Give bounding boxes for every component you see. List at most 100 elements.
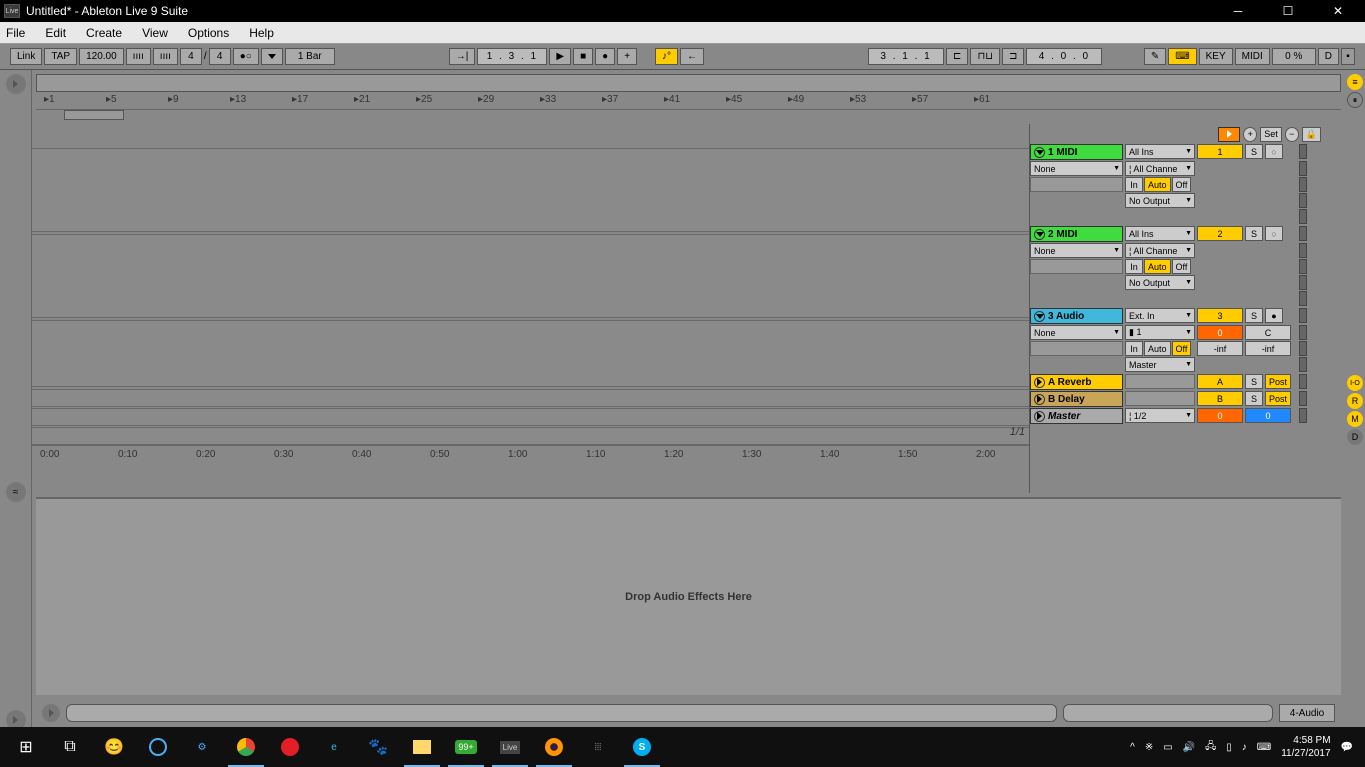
io-section-toggle-icon[interactable]: ⏸ — [1347, 92, 1363, 108]
tray-keyboard-icon[interactable]: ⌨ — [1257, 742, 1271, 753]
input-channel-dropdown[interactable]: ¦ All Channe — [1125, 243, 1195, 258]
nudge-down-button[interactable]: ıııı — [126, 48, 151, 65]
return-activator[interactable]: B — [1197, 391, 1243, 406]
track-lane[interactable] — [32, 148, 1029, 232]
monitor-in-button[interactable]: In — [1125, 177, 1143, 192]
device-dropdown[interactable]: None — [1030, 325, 1123, 340]
returns-toggle-icon[interactable]: R — [1347, 393, 1363, 409]
clip-slot[interactable] — [1030, 341, 1123, 356]
time-sig-numerator[interactable]: 4 — [180, 48, 202, 65]
midi-map-button[interactable]: MIDI — [1235, 48, 1270, 65]
pencil-button[interactable]: ✎ — [1144, 48, 1166, 65]
menu-help[interactable]: Help — [249, 26, 274, 40]
master-send-b[interactable]: 0 — [1245, 408, 1291, 423]
tray-icon[interactable]: ▯ — [1226, 742, 1232, 753]
solo-button[interactable]: S — [1245, 226, 1263, 241]
monitor-off-button[interactable]: Off — [1172, 341, 1192, 356]
cue-out-dropdown[interactable]: ¦ 1/2 — [1125, 408, 1195, 423]
loop-length[interactable]: 4 . 0 . 0 — [1026, 48, 1102, 65]
metronome-menu[interactable] — [261, 48, 283, 65]
tracks-timeline[interactable]: 1/1 0:000:100:200:300:400:501:001:101:20… — [32, 124, 1030, 493]
taskbar-app-icon[interactable]: 🐾 — [356, 727, 400, 767]
taskbar-app-icon[interactable]: 99+ — [444, 727, 488, 767]
menu-view[interactable]: View — [142, 26, 168, 40]
track-activator-button[interactable]: 2 — [1197, 226, 1243, 241]
record-button[interactable]: ● — [595, 48, 615, 65]
pan-l[interactable]: -inf — [1197, 341, 1243, 356]
taskbar-explorer-icon[interactable] — [400, 727, 444, 767]
tray-icon[interactable]: ♪ — [1242, 742, 1247, 753]
menu-create[interactable]: Create — [86, 26, 122, 40]
taskbar-app-icon[interactable]: ⚙ — [180, 727, 224, 767]
return-solo[interactable]: S — [1245, 374, 1263, 389]
input-type-dropdown[interactable]: Ext. In — [1125, 308, 1195, 323]
loop-button[interactable]: ⊓⊔ — [970, 48, 1000, 65]
clip-slot[interactable] — [1030, 259, 1123, 274]
nudge-up-button[interactable]: ıııı — [153, 48, 178, 65]
browser-toggle-icon[interactable] — [6, 74, 26, 94]
return-title[interactable]: A Reverb — [1030, 374, 1123, 390]
start-button[interactable]: ⊞ — [4, 727, 48, 767]
quantize-menu[interactable]: 1 Bar — [285, 48, 335, 65]
maximize-button[interactable]: ☐ — [1273, 1, 1303, 21]
return-post[interactable]: Post — [1265, 391, 1291, 406]
delay-toggle-icon[interactable]: D — [1347, 429, 1363, 445]
punch-out-button[interactable]: ⊐ — [1002, 48, 1024, 65]
tray-notifications-icon[interactable]: 💬 — [1341, 742, 1353, 753]
minimize-button[interactable]: ─ — [1223, 1, 1253, 21]
track-lane[interactable] — [32, 427, 1029, 445]
menu-options[interactable]: Options — [188, 26, 229, 40]
tempo-field[interactable]: 120.00 — [79, 48, 124, 65]
track-lane[interactable] — [32, 389, 1029, 407]
lock-icon[interactable]: 🔒 — [1302, 127, 1321, 142]
track-activator-button[interactable]: 1 — [1197, 144, 1243, 159]
output-dropdown[interactable]: No Output — [1125, 193, 1195, 208]
clip-slot[interactable] — [1030, 177, 1123, 192]
loop-start[interactable]: 3 . 1 . 1 — [868, 48, 944, 65]
input-type-dropdown[interactable]: All Ins — [1125, 226, 1195, 241]
return-io[interactable] — [1125, 374, 1195, 389]
taskbar-opera-icon[interactable] — [268, 727, 312, 767]
solo-button[interactable]: S — [1245, 308, 1263, 323]
taskbar-app-icon[interactable]: 😊 — [92, 727, 136, 767]
monitor-in-button[interactable]: In — [1125, 259, 1143, 274]
track-lane[interactable] — [32, 234, 1029, 318]
track-lane[interactable] — [32, 320, 1029, 387]
send-a-knob[interactable]: 0 — [1197, 325, 1243, 340]
taskbar-live-icon[interactable]: Live — [488, 727, 532, 767]
arm-button[interactable]: ○ — [1265, 144, 1283, 159]
device-drop-area[interactable]: Drop Audio Effects Here — [36, 497, 1341, 695]
monitor-off-button[interactable]: Off — [1172, 259, 1192, 274]
tray-chevron-icon[interactable]: ^ — [1130, 742, 1135, 753]
mixer-toggle-icon[interactable]: M — [1347, 411, 1363, 427]
task-view-button[interactable]: ⧉ — [48, 727, 92, 767]
arm-button[interactable]: ○ — [1265, 226, 1283, 241]
monitor-auto-button[interactable]: Auto — [1144, 341, 1171, 356]
input-channel-dropdown[interactable]: ▮ 1 — [1125, 325, 1195, 340]
return-io[interactable] — [1125, 391, 1195, 406]
pan-r[interactable]: -inf — [1245, 341, 1291, 356]
detail-toggle-icon[interactable] — [42, 704, 60, 722]
delete-scene-icon[interactable]: − — [1285, 127, 1299, 142]
master-send-a[interactable]: 0 — [1197, 408, 1243, 423]
tray-icon[interactable]: ※ — [1145, 742, 1153, 753]
close-button[interactable]: ✕ — [1323, 1, 1353, 21]
taskbar-app-icon[interactable]: ⦙⦙⦙ — [576, 727, 620, 767]
monitor-off-button[interactable]: Off — [1172, 177, 1192, 192]
taskbar-skype-icon[interactable]: S — [620, 727, 664, 767]
back-to-arrangement-icon[interactable] — [1218, 127, 1240, 142]
groove-pool-toggle-icon[interactable]: ≈ — [6, 482, 26, 502]
device-dropdown[interactable]: None — [1030, 243, 1123, 258]
tap-tempo-button[interactable]: TAP — [44, 48, 77, 65]
master-title[interactable]: Master — [1030, 408, 1123, 424]
track-title[interactable]: 2 MIDI — [1030, 226, 1123, 242]
status-field-2[interactable] — [1063, 704, 1273, 722]
follow-button[interactable]: →| — [449, 48, 476, 65]
track-activator-button[interactable]: 3 — [1197, 308, 1243, 323]
metronome-button[interactable]: ●○ — [233, 48, 259, 65]
input-channel-dropdown[interactable]: ¦ All Channe — [1125, 161, 1195, 176]
monitor-auto-button[interactable]: Auto — [1144, 259, 1171, 274]
time-sig-denominator[interactable]: 4 — [209, 48, 231, 65]
track-title[interactable]: 1 MIDI — [1030, 144, 1123, 160]
io-toggle-icon[interactable]: I-O — [1347, 375, 1363, 391]
